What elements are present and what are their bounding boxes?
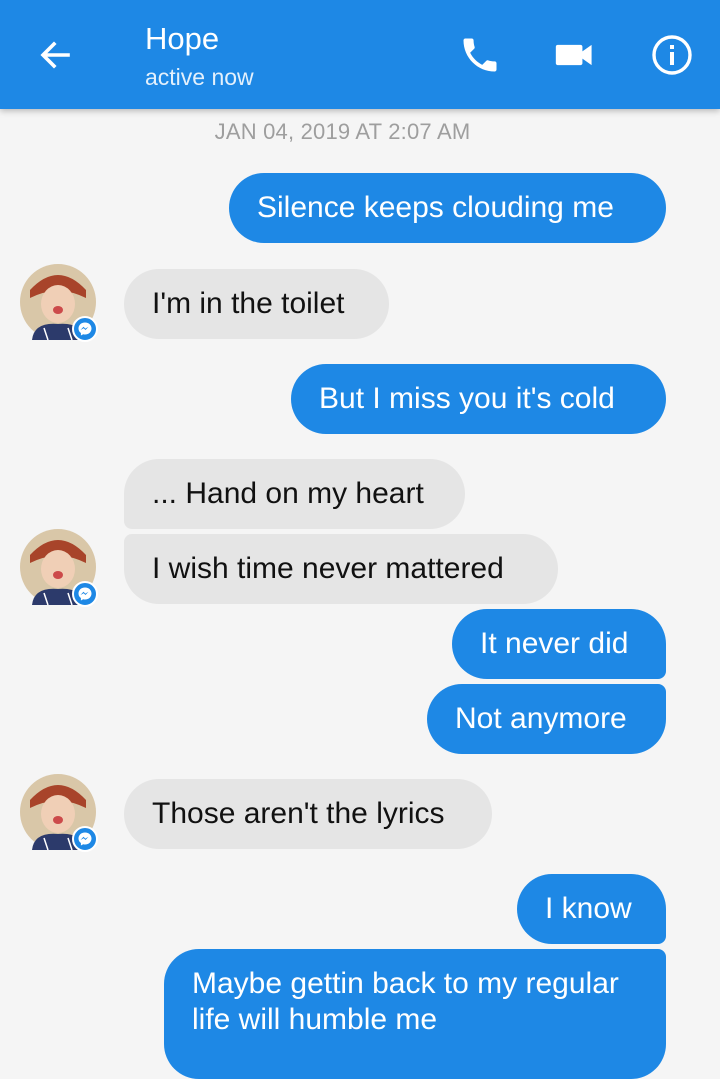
messenger-badge-icon xyxy=(72,316,98,342)
outgoing-message[interactable]: It never did xyxy=(452,609,666,679)
message-text: It never did xyxy=(480,627,629,660)
conversation-timestamp: JAN 04, 2019 AT 2:07 AM xyxy=(214,119,471,144)
messenger-badge-icon xyxy=(72,826,98,852)
incoming-message[interactable]: I wish time never mattered xyxy=(124,534,558,604)
video-camera-icon xyxy=(555,44,592,66)
outgoing-message[interactable]: Not anymore xyxy=(427,684,666,754)
message-text: Not anymore xyxy=(455,702,627,735)
active-status: active now xyxy=(145,64,254,90)
message-text: Those aren't the lyrics xyxy=(152,797,445,830)
outgoing-message[interactable]: I know xyxy=(517,874,666,944)
contact-avatar[interactable] xyxy=(20,529,98,607)
message-text: ... Hand on my heart xyxy=(152,477,424,510)
back-button[interactable] xyxy=(30,30,80,80)
message-text: I wish time never mattered xyxy=(152,552,504,585)
message-text: Silence keeps clouding me xyxy=(257,191,614,224)
outgoing-message[interactable]: Maybe gettin back to my regular life wil… xyxy=(164,949,666,1079)
message-text: I'm in the toilet xyxy=(152,287,345,320)
info-button[interactable] xyxy=(648,31,696,79)
info-icon xyxy=(652,35,692,75)
back-arrow-icon xyxy=(40,41,70,69)
incoming-message[interactable]: ... Hand on my heart xyxy=(124,459,465,529)
message-text: Maybe gettin back to my regular life wil… xyxy=(192,967,619,1036)
incoming-message[interactable]: Those aren't the lyrics xyxy=(124,779,492,849)
contact-avatar[interactable] xyxy=(20,774,98,852)
outgoing-message[interactable]: But I miss you it's cold xyxy=(291,364,666,434)
messenger-badge-icon xyxy=(72,581,98,607)
conversation-header: Hope active now xyxy=(0,0,720,109)
message-text: I know xyxy=(545,892,632,925)
message-text: But I miss you it's cold xyxy=(319,382,615,415)
outgoing-message[interactable]: Silence keeps clouding me xyxy=(229,173,666,243)
contact-name[interactable]: Hope xyxy=(145,20,219,58)
contact-avatar[interactable] xyxy=(20,264,98,342)
call-button[interactable] xyxy=(456,31,504,79)
video-call-button[interactable] xyxy=(552,31,600,79)
incoming-message[interactable]: I'm in the toilet xyxy=(124,269,389,339)
phone-icon xyxy=(463,38,497,72)
